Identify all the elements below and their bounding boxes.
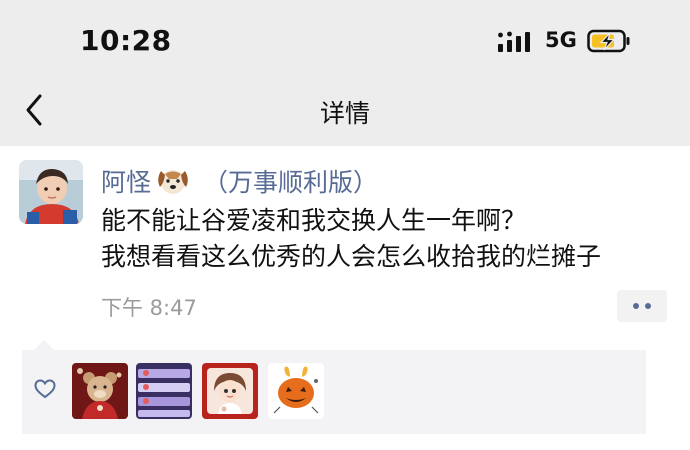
purple-stripes-icon xyxy=(136,363,192,419)
status-time: 10:28 xyxy=(80,24,172,57)
battery-charging-icon xyxy=(587,29,630,53)
heart-outline-icon xyxy=(34,379,56,399)
child-photo-icon xyxy=(19,160,83,224)
likes-panel xyxy=(22,340,646,434)
post-text-line: 我想看看这么优秀的人会怎么收拾我的烂摊子 xyxy=(101,242,602,271)
author-name-suffix: （万事顺利版） xyxy=(203,168,379,197)
teddy-bear-icon xyxy=(72,363,128,419)
author-name[interactable]: 阿怪 xyxy=(101,163,151,199)
cartoon-girl-icon xyxy=(202,363,258,419)
two-dots-icon xyxy=(645,303,651,309)
signal-bars-icon xyxy=(498,31,530,52)
post-timestamp: 下午 8:47 xyxy=(101,296,197,320)
post-text: 能不能让谷爱凌和我交换人生一年啊？ 我想看看这么优秀的人会怎么收拾我的烂摊子 xyxy=(101,203,686,275)
top-bar: 10:28 5G 详情 xyxy=(0,0,690,146)
liker-avatar[interactable] xyxy=(72,363,128,419)
more-actions-button[interactable] xyxy=(617,290,667,322)
network-label: 5G xyxy=(545,28,577,52)
post-text-line: 能不能让谷爱凌和我交换人生一年啊？ xyxy=(101,206,527,235)
page-title: 详情 xyxy=(319,99,370,128)
dog-face-icon xyxy=(158,170,188,194)
two-dots-icon xyxy=(633,303,639,309)
pumpkin-icon xyxy=(268,363,324,419)
author-name-row: 阿怪 （万事顺利版） xyxy=(101,163,378,199)
liker-avatar[interactable] xyxy=(268,363,324,419)
liker-avatar[interactable] xyxy=(136,363,192,419)
liker-avatar[interactable] xyxy=(202,363,258,419)
author-avatar[interactable] xyxy=(19,160,83,224)
